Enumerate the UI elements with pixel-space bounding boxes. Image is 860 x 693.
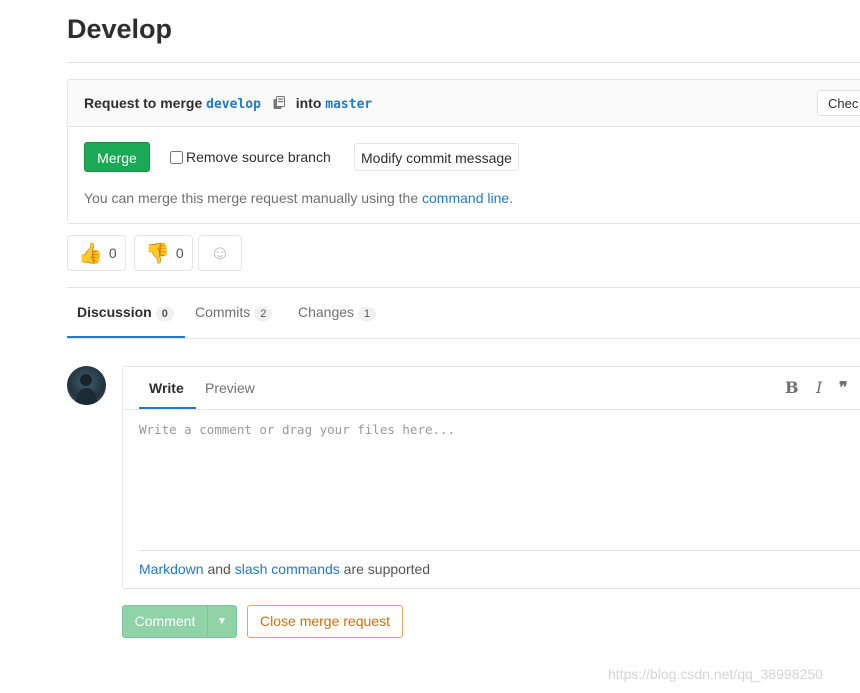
tab-count-badge: 2 <box>254 307 273 321</box>
merge-request-header: Request to merge develop into master Che… <box>68 80 860 127</box>
copy-icon[interactable] <box>273 96 286 113</box>
comment-button[interactable]: Comment <box>123 606 207 637</box>
active-tab-indicator <box>67 336 185 338</box>
italic-icon[interactable]: I <box>816 378 822 397</box>
thumbs-up-award-button[interactable]: 👍 0 <box>67 235 126 271</box>
divider <box>123 409 860 410</box>
remove-source-branch-checkbox[interactable]: Remove source branch <box>170 149 331 165</box>
markdown-help-text: Markdown and slash commands are supporte… <box>139 561 431 577</box>
divider <box>139 550 860 551</box>
slash-commands-link[interactable]: slash commands <box>235 561 340 577</box>
thumbs-down-icon: 👎 <box>145 242 170 265</box>
page-title: Develop <box>67 14 173 44</box>
tab-commits[interactable]: Commits 2 <box>195 304 273 321</box>
tab-count-badge: 1 <box>358 307 377 321</box>
chevron-down-icon[interactable]: ▼ <box>207 606 237 637</box>
divider <box>67 62 860 63</box>
tab-changes[interactable]: Changes 1 <box>298 304 377 321</box>
comment-textarea[interactable]: Write a comment or drag your files here.… <box>139 422 455 437</box>
thumbs-up-icon: 👍 <box>78 242 103 265</box>
tab-preview[interactable]: Preview <box>205 380 255 396</box>
manual-merge-text: You can merge this merge request manuall… <box>84 190 514 206</box>
remove-source-branch-input[interactable] <box>170 150 183 164</box>
comment-editor: Write Preview B I ❞ Write a comment or d… <box>122 366 860 589</box>
merge-button[interactable]: Merge <box>84 142 150 172</box>
comment-button-group: Comment ▼ <box>122 605 237 638</box>
source-branch[interactable]: develop <box>206 97 261 112</box>
close-merge-request-button[interactable]: Close merge request <box>247 605 403 638</box>
target-branch[interactable]: master <box>325 97 372 112</box>
tab-write[interactable]: Write <box>149 380 184 396</box>
check-out-branch-button[interactable]: Chec <box>817 90 860 116</box>
watermark: https://blog.csdn.net/qq_38998250 <box>608 666 823 682</box>
thumbs-down-count: 0 <box>175 245 184 261</box>
remove-source-branch-label: Remove source branch <box>186 149 331 165</box>
avatar[interactable] <box>67 366 106 405</box>
thumbs-down-award-button[interactable]: 👎 0 <box>134 235 193 271</box>
merge-request-tabs: Discussion 0 Commits 2 Changes 1 <box>67 288 860 339</box>
into-label: into <box>295 95 322 111</box>
command-line-link[interactable]: command line <box>422 190 509 206</box>
add-reaction-button[interactable]: ☺ <box>198 235 242 271</box>
bold-icon[interactable]: B <box>785 378 799 397</box>
thumbs-up-count: 0 <box>108 245 117 261</box>
markdown-link[interactable]: Markdown <box>139 561 204 577</box>
merge-request-prefix: Request to merge <box>84 95 203 111</box>
modify-commit-message-button[interactable]: Modify commit message <box>354 143 519 171</box>
tab-count-badge: 0 <box>155 307 174 321</box>
tab-discussion[interactable]: Discussion 0 <box>77 304 174 321</box>
smiley-icon: ☺ <box>209 241 231 264</box>
quote-icon[interactable]: ❞ <box>839 378 848 397</box>
